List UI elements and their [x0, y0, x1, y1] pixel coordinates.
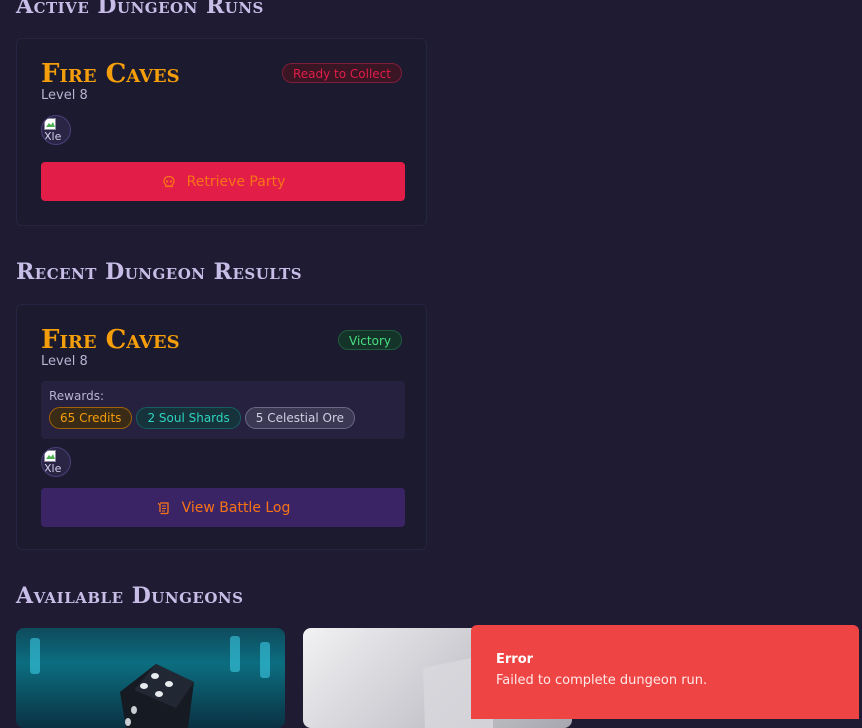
toast-title: Error [496, 652, 534, 667]
view-battle-log-button[interactable]: View Battle Log [41, 488, 405, 527]
reward-celestial-ore: 5 Celestial Ore [244, 407, 355, 429]
dungeon-name: Fire Caves [41, 59, 180, 89]
skull-icon [161, 174, 177, 190]
rewards-list: 65 Credits 2 Soul Shards 5 Celestial Ore [49, 407, 397, 429]
status-badge: Victory [338, 330, 402, 350]
party-member-avatar[interactable]: Xle [41, 115, 71, 145]
toast-message: Failed to complete dungeon run. [496, 673, 708, 688]
recent-result-card: Fire Caves Level 8 Victory Rewards: 65 C… [16, 304, 427, 550]
available-dungeons-title: Available Dungeons [16, 583, 244, 609]
party-member-avatar[interactable]: Xle [41, 447, 71, 477]
dice-icon [120, 664, 194, 728]
avatar-alt-text: Xle [44, 462, 62, 475]
rewards-panel: Rewards: 65 Credits 2 Soul Shards 5 Cele… [41, 381, 405, 439]
broken-image-icon [44, 450, 56, 462]
retrieve-party-label: Retrieve Party [186, 173, 286, 190]
view-battle-log-label: View Battle Log [181, 499, 291, 516]
broken-image-icon [44, 118, 56, 130]
retrieve-party-button[interactable]: Retrieve Party [41, 162, 405, 201]
dungeon-level: Level 8 [41, 88, 88, 103]
dungeon-tile-image[interactable] [16, 628, 285, 728]
dungeon-level: Level 8 [41, 354, 88, 369]
reward-credits: 65 Credits [49, 407, 133, 429]
reward-soul-shards: 2 Soul Shards [136, 407, 241, 429]
scroll-icon [156, 500, 172, 516]
active-run-card: Fire Caves Level 8 Ready to Collect Xle … [16, 38, 427, 226]
error-toast[interactable]: Error Failed to complete dungeon run. [471, 625, 859, 719]
rewards-label: Rewards: [49, 389, 104, 403]
status-badge: Ready to Collect [281, 63, 402, 83]
active-runs-title: Active Dungeon Runs [16, 0, 264, 19]
dungeon-name: Fire Caves [41, 325, 180, 355]
recent-results-title: Recent Dungeon Results [16, 259, 303, 285]
avatar-alt-text: Xle [44, 130, 62, 143]
